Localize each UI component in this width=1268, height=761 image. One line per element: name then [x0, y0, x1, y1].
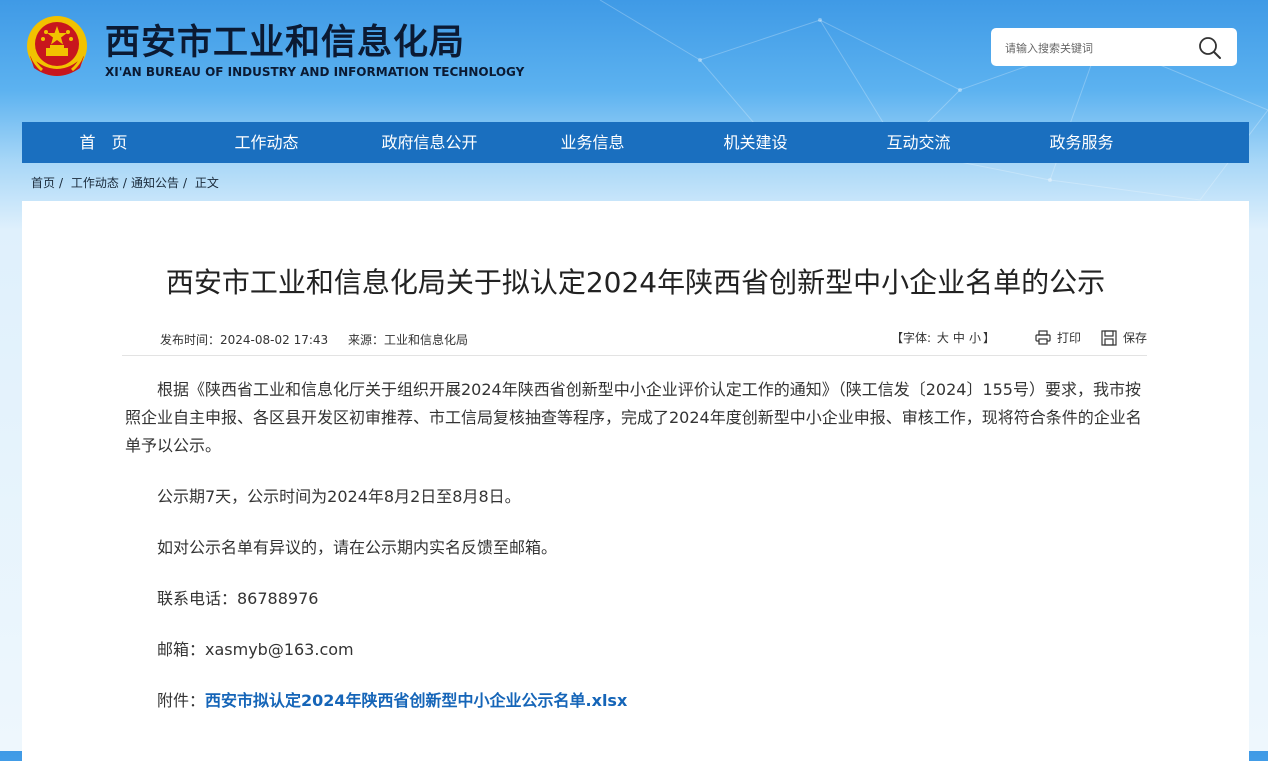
publish-time: 发布时间：2024-08-02 17:43	[160, 333, 328, 347]
nav-item-business-info[interactable]: 业务信息	[511, 122, 674, 163]
breadcrumb-home[interactable]: 首页	[31, 176, 55, 190]
article-body: 根据《陕西省工业和信息化厅关于组织开展2024年陕西省创新型中小企业评价认定工作…	[125, 376, 1149, 715]
paragraph-attachment: 附件：西安市拟认定2024年陕西省创新型中小企业公示名单.xlsx	[125, 687, 1149, 715]
article-card: 西安市工业和信息化局关于拟认定2024年陕西省创新型中小企业名单的公示 发布时间…	[22, 201, 1249, 761]
search-icon[interactable]	[1197, 35, 1223, 61]
article-meta: 发布时间：2024-08-02 17:43 来源：工业和信息化局 【字体: 大中…	[122, 327, 1147, 351]
font-size-control: 【字体: 大中小】	[891, 329, 995, 346]
paragraph-phone: 联系电话：86788976	[157, 589, 319, 608]
source: 来源：工业和信息化局	[348, 333, 468, 347]
breadcrumb-current: 正文	[194, 176, 219, 190]
printer-icon	[1035, 330, 1051, 345]
nav-item-gov-info[interactable]: 政府信息公开	[348, 122, 511, 163]
meta-divider	[122, 355, 1147, 356]
attachment-link[interactable]: 西安市拟认定2024年陕西省创新型中小企业公示名单.xlsx	[205, 691, 627, 710]
breadcrumb: 首页 / 工作动态 / 通知公告 / 正文	[31, 174, 219, 191]
article-title: 西安市工业和信息化局关于拟认定2024年陕西省创新型中小企业名单的公示	[165, 266, 1106, 299]
source-value: 工业和信息化局	[384, 333, 469, 347]
breadcrumb-separator: /	[122, 176, 127, 190]
font-size-medium[interactable]: 中	[953, 331, 965, 345]
attachment-label: 附件：	[157, 691, 206, 710]
font-label-prefix: 【字体:	[891, 331, 932, 345]
national-emblem-icon	[27, 16, 87, 76]
print-button[interactable]: 打印	[1035, 329, 1081, 346]
save-label: 保存	[1122, 331, 1147, 345]
site-title: 西安市工业和信息化局	[105, 23, 466, 63]
print-label: 打印	[1056, 331, 1081, 345]
breadcrumb-work-news[interactable]: 工作动态	[71, 176, 119, 190]
font-size-large[interactable]: 大	[937, 331, 949, 345]
publish-label: 发布时间：	[160, 333, 221, 347]
nav-item-home[interactable]: 首 页	[22, 122, 185, 163]
font-size-small[interactable]: 小	[969, 331, 981, 345]
nav-item-work-news[interactable]: 工作动态	[185, 122, 348, 163]
search-input[interactable]	[1003, 33, 1187, 63]
paragraph-period: 公示期7天，公示时间为2024年8月2日至8月8日。	[157, 487, 521, 506]
breadcrumb-separator: /	[182, 176, 188, 190]
site-title-english: XI'AN BUREAU OF INDUSTRY AND INFORMATION…	[105, 65, 525, 79]
breadcrumb-notices[interactable]: 通知公告	[131, 176, 179, 190]
save-button[interactable]: 保存	[1101, 329, 1147, 346]
search-box	[991, 28, 1237, 66]
breadcrumb-separator: /	[59, 176, 64, 190]
main-nav: 首 页 工作动态 政府信息公开 业务信息 机关建设 互动交流 政务服务	[22, 122, 1249, 163]
meta-info: 发布时间：2024-08-02 17:43 来源：工业和信息化局	[160, 331, 484, 348]
publish-time-value: 2024-08-02 17:43	[220, 333, 329, 347]
article-tools: 【字体: 大中小】 打印 保存	[891, 329, 1147, 346]
paragraph-email: 邮箱：xasmyb@163.com	[157, 640, 354, 659]
font-label-suffix: 】	[982, 331, 995, 345]
nav-item-interaction[interactable]: 互动交流	[837, 122, 1000, 163]
paragraph-objection: 如对公示名单有异议的，请在公示期内实名反馈至邮箱。	[157, 538, 558, 557]
paragraph-intro: 根据《陕西省工业和信息化厅关于组织开展2024年陕西省创新型中小企业评价认定工作…	[125, 380, 1142, 455]
source-label: 来源：	[347, 333, 384, 347]
nav-item-org-building[interactable]: 机关建设	[674, 122, 837, 163]
save-icon	[1101, 329, 1117, 346]
nav-item-gov-services[interactable]: 政务服务	[1000, 122, 1163, 163]
